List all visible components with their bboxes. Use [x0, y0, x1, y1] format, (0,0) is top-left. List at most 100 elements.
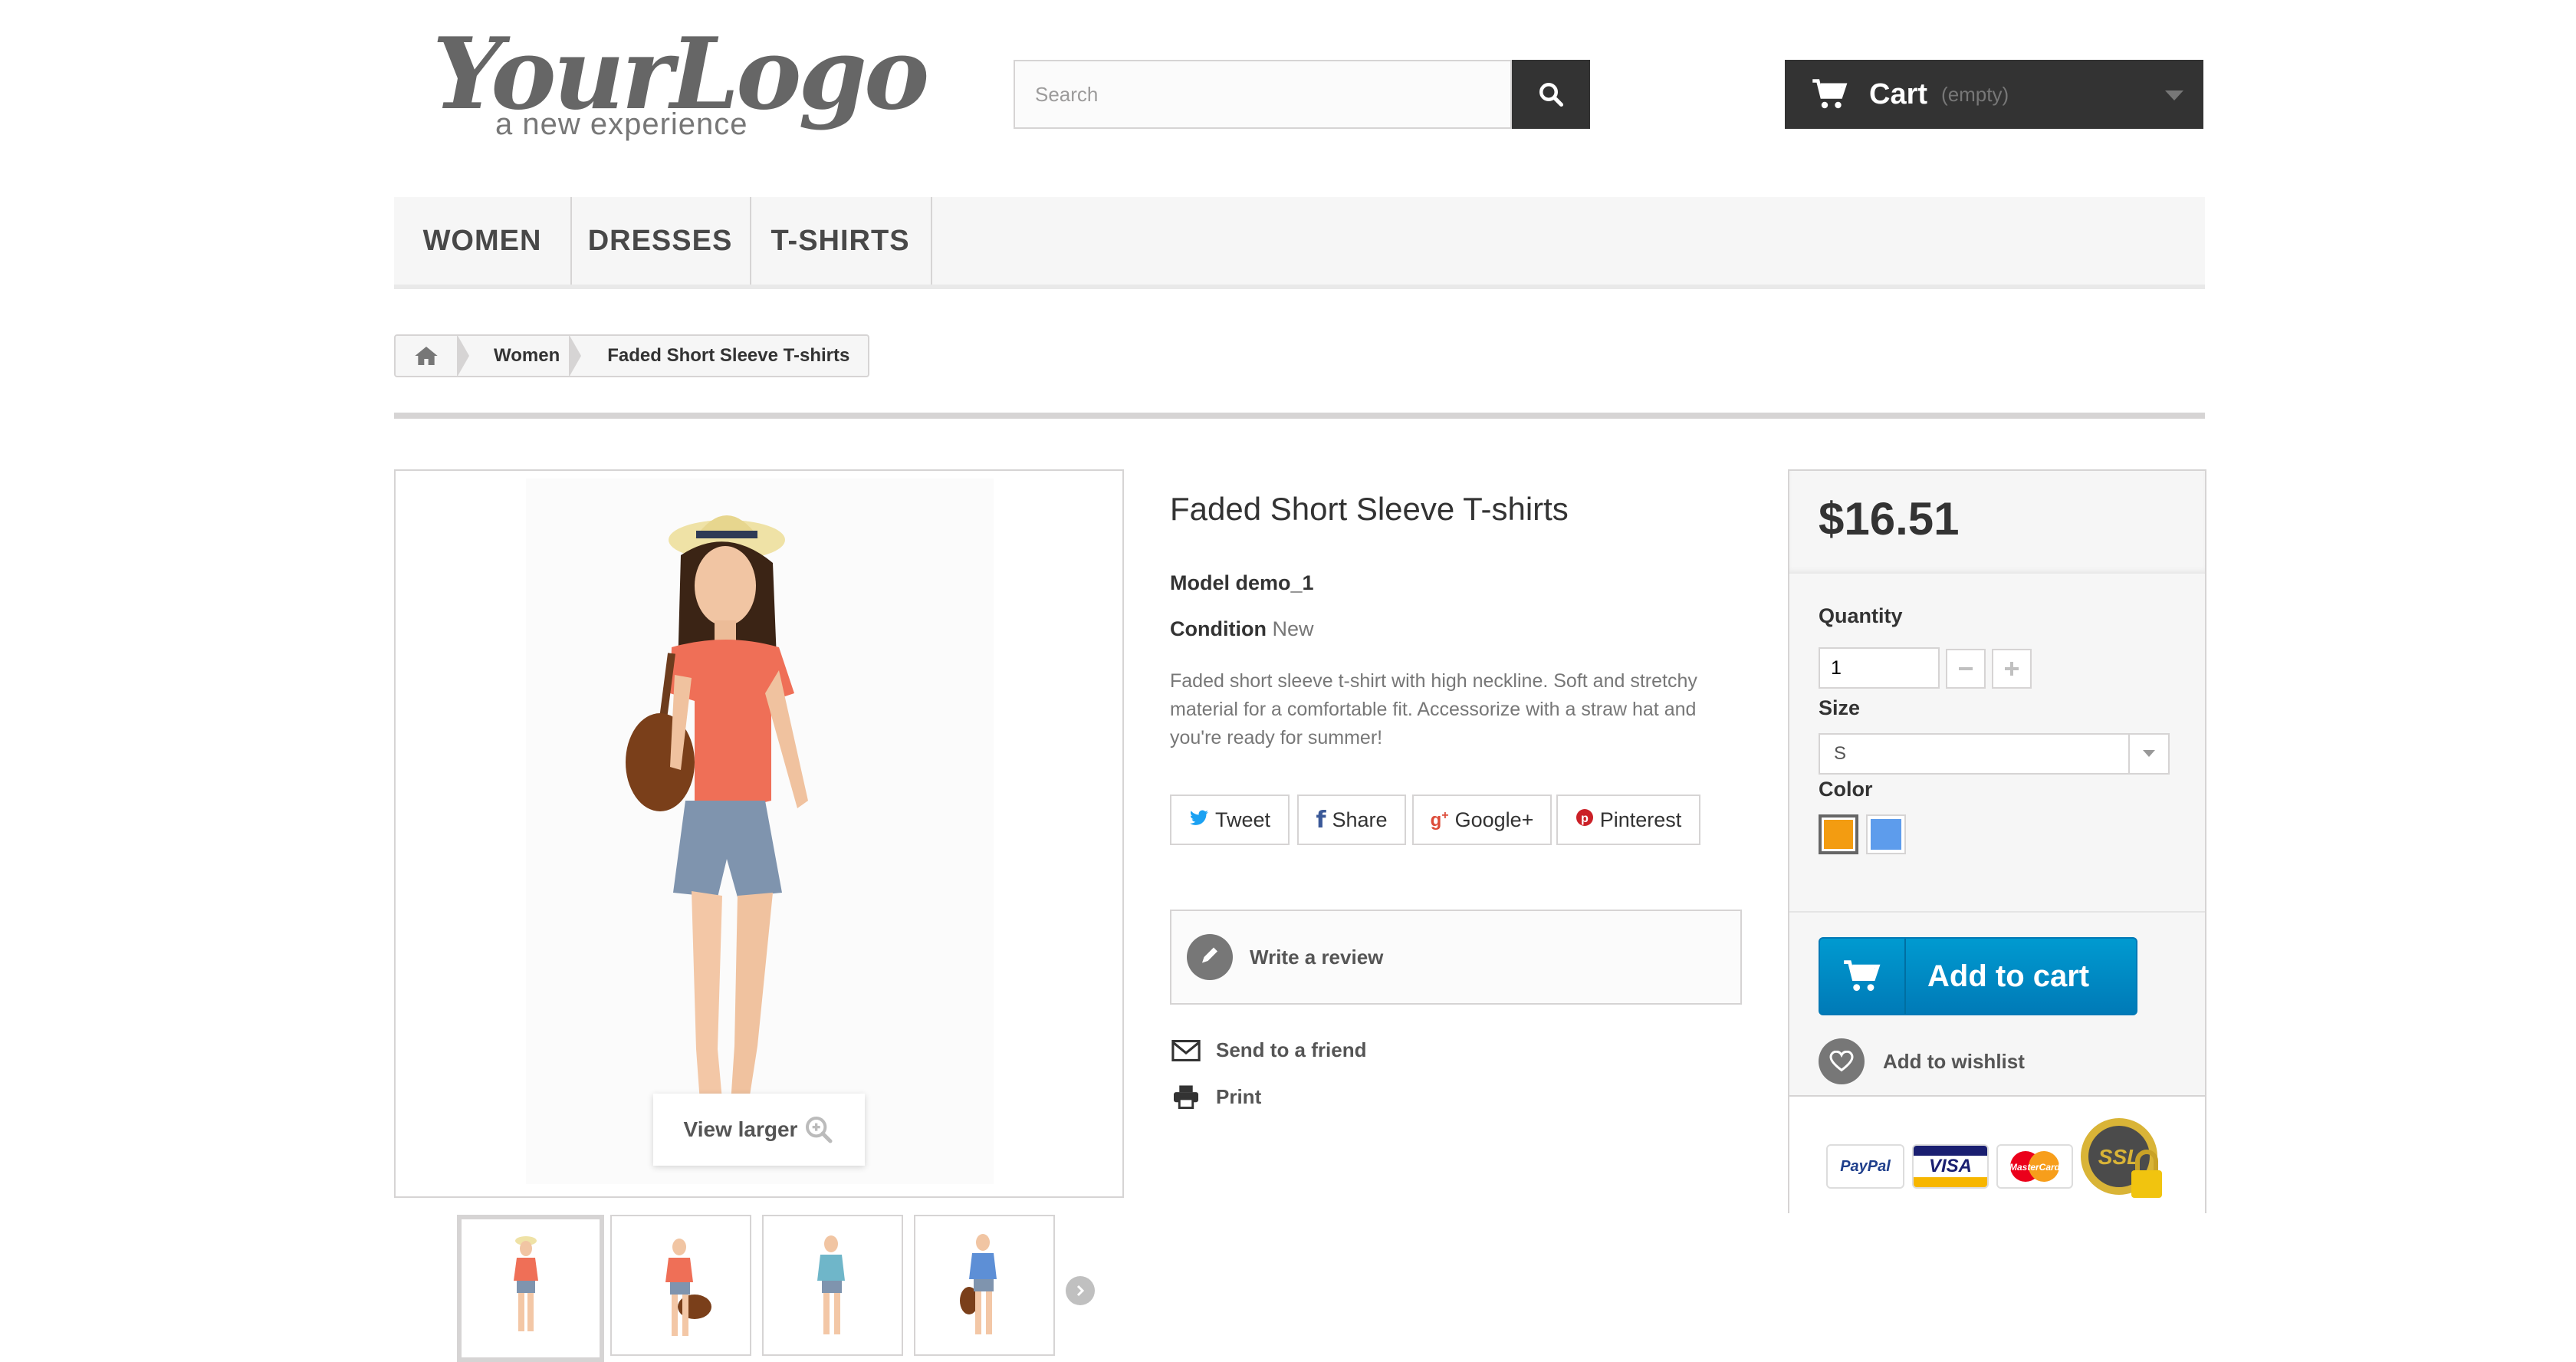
share-label: Share	[1332, 808, 1388, 831]
cart-icon	[1812, 79, 1848, 109]
view-larger-button[interactable]: View larger	[653, 1094, 865, 1166]
print-label: Print	[1216, 1084, 1262, 1108]
price-area: $16.51	[1789, 471, 2205, 574]
product-price: $16.51	[1819, 493, 1960, 544]
quantity-label: Quantity	[1819, 604, 1903, 627]
thumbnail-4[interactable]	[914, 1215, 1055, 1356]
breadcrumb-separator	[457, 334, 469, 377]
site-logo[interactable]: YourLogo a new experience	[429, 17, 929, 147]
google-plus-label: Google+	[1454, 808, 1534, 831]
breadcrumb-home[interactable]	[396, 336, 457, 376]
size-value: S	[1834, 743, 1847, 764]
thumbnail-1[interactable]	[457, 1215, 604, 1362]
thumbnail-photo	[960, 1234, 997, 1334]
thumbnail-3[interactable]	[762, 1215, 903, 1356]
twitter-icon	[1189, 808, 1209, 832]
ssl-badge: SSL	[2078, 1115, 2170, 1207]
product-description: Faded short sleeve t-shirt with high nec…	[1170, 670, 1697, 748]
model-value: demo_1	[1235, 571, 1314, 594]
model-label: Model	[1170, 571, 1230, 594]
swatch-fill	[1824, 820, 1853, 849]
add-to-wishlist-label: Add to wishlist	[1883, 1049, 2025, 1073]
chevron-down-icon	[2165, 90, 2183, 100]
menu-item-women[interactable]: WOMEN	[394, 197, 572, 285]
pinterest-label: Pinterest	[1599, 808, 1682, 831]
quantity-increase-button[interactable]	[1992, 649, 2032, 689]
zoom-in-icon	[806, 1117, 833, 1143]
facebook-icon: f	[1316, 806, 1326, 834]
color-swatch-orange[interactable]	[1819, 814, 1858, 854]
search-button[interactable]	[1512, 60, 1590, 129]
menu-item-dresses[interactable]: DRESSES	[570, 197, 751, 285]
plus-icon	[2005, 662, 2019, 676]
ssl-lock-icon: SSL	[2081, 1118, 2162, 1198]
mastercard-mark: MasterCard	[2009, 1151, 2061, 1182]
size-select[interactable]: S	[1819, 733, 2170, 775]
paypal-logo: PayPal	[1826, 1144, 1904, 1189]
print-link[interactable]: Print	[1170, 1084, 1261, 1109]
product-condition: Condition New	[1170, 617, 1314, 641]
product-main-image[interactable]	[394, 469, 1124, 1198]
visa-logo: VISA	[1912, 1144, 1989, 1189]
chevron-right-icon	[1076, 1285, 1085, 1297]
thumbnail-2[interactable]	[610, 1215, 751, 1356]
google-plus-button[interactable]: g+ Google+	[1412, 794, 1552, 845]
add-to-cart-button[interactable]: Add to cart	[1819, 937, 2137, 1015]
tweet-button[interactable]: Tweet	[1170, 794, 1290, 845]
visa-logo-text: VISA	[1928, 1156, 1972, 1176]
condition-value: New	[1272, 617, 1314, 640]
search-icon	[1539, 83, 1564, 107]
top-menu: WOMEN DRESSES T-SHIRTS	[394, 197, 2205, 289]
add-to-cart-area: Add to cart Add to wishlist	[1789, 911, 2205, 1097]
logo-tagline: a new experience	[495, 107, 748, 141]
pinterest-icon: p	[1576, 808, 1594, 832]
search-input[interactable]	[1014, 60, 1512, 129]
thumbnail-next-button[interactable]	[1066, 1276, 1095, 1305]
product-title: Faded Short Sleeve T-shirts	[1170, 491, 1569, 527]
printer-icon	[1170, 1084, 1202, 1109]
mastercard-logo: MasterCard	[1996, 1144, 2073, 1189]
thumbnail-photo	[817, 1235, 845, 1334]
breadcrumb-current: Faded Short Sleeve T-shirts	[607, 345, 850, 366]
mastercard-logo-text: MasterCard	[2009, 1162, 2061, 1173]
breadcrumb: Women Faded Short Sleeve T-shirts	[394, 334, 869, 377]
product-model: Model demo_1	[1170, 571, 1314, 595]
pencil-icon	[1187, 934, 1233, 980]
color-swatch-blue[interactable]	[1866, 814, 1906, 854]
paypal-logo-text: PayPal	[1840, 1157, 1891, 1175]
size-label: Size	[1819, 696, 1861, 719]
thumbnail-photo	[514, 1236, 538, 1331]
share-button[interactable]: f Share	[1297, 794, 1406, 845]
heart-icon	[1819, 1038, 1865, 1084]
google-plus-icon: g+	[1430, 808, 1449, 831]
payment-logos: PayPal VISA MasterCard SSL	[1789, 1095, 2205, 1215]
visa-logo-mark: VISA	[1914, 1146, 1987, 1187]
view-larger-label: View larger	[683, 1117, 798, 1141]
cart-button[interactable]: Cart (empty)	[1785, 60, 2203, 129]
write-review-button[interactable]: Write a review	[1170, 910, 1742, 1005]
pinterest-button[interactable]: p Pinterest	[1556, 794, 1700, 845]
color-label: Color	[1819, 778, 1873, 801]
product-page: YourLogo a new experience Cart (empty) W…	[0, 0, 2576, 1362]
chevron-down-icon	[2128, 735, 2168, 773]
breadcrumb-separator	[569, 334, 582, 377]
envelope-icon	[1170, 1039, 1202, 1061]
write-review-label: Write a review	[1250, 945, 1384, 969]
cart-label: Cart	[1869, 77, 1928, 110]
svg-text:p: p	[1581, 812, 1589, 825]
menu-item-t-shirts[interactable]: T-SHIRTS	[750, 197, 932, 285]
buy-box: $16.51 Quantity Size S Color	[1788, 469, 2206, 1215]
breadcrumb-women[interactable]: Women	[480, 345, 569, 367]
quantity-decrease-button[interactable]	[1946, 649, 1986, 689]
home-icon	[415, 347, 438, 365]
thumbnail-photo	[665, 1239, 711, 1336]
divider	[394, 413, 2205, 419]
add-to-wishlist-link[interactable]: Add to wishlist	[1819, 1038, 2025, 1084]
cart-status: (empty)	[1941, 82, 2009, 106]
model-photo	[396, 471, 1122, 1196]
add-to-cart-label: Add to cart	[1927, 959, 2090, 993]
send-to-friend-link[interactable]: Send to a friend	[1170, 1038, 1366, 1062]
cart-icon	[1820, 939, 1906, 1014]
send-to-friend-label: Send to a friend	[1216, 1038, 1367, 1061]
quantity-input[interactable]	[1819, 647, 1940, 689]
